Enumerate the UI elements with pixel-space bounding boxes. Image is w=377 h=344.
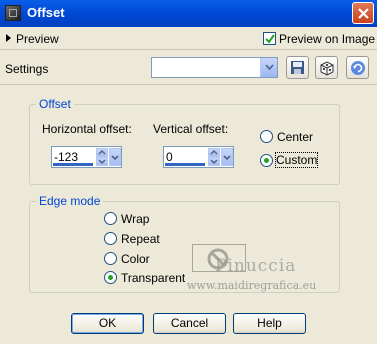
offset-group: Offset <box>29 97 340 185</box>
dropdown-arrow-button[interactable] <box>260 58 277 77</box>
chevron-down-icon <box>98 159 106 164</box>
close-icon <box>358 8 369 19</box>
ok-button[interactable]: OK <box>71 313 144 334</box>
preview-on-image-checkbox[interactable] <box>263 32 276 45</box>
settings-bar: Settings <box>0 51 377 85</box>
horizontal-offset-slider-bar[interactable] <box>53 163 93 166</box>
chevron-down-icon <box>265 64 274 70</box>
close-button[interactable] <box>352 2 374 24</box>
chevron-up-icon <box>98 150 106 155</box>
watermark-name: Pinuccia <box>215 256 297 276</box>
preview-on-image-label[interactable]: Preview on Image <box>279 32 375 46</box>
preview-bar: Preview Preview on Image <box>0 27 377 50</box>
cancel-button[interactable]: Cancel <box>153 313 226 334</box>
chevron-down-icon <box>111 155 119 161</box>
chevron-down-icon <box>223 155 231 161</box>
transparent-radio[interactable] <box>104 271 117 284</box>
chevron-up-icon <box>210 150 218 155</box>
vertical-offset-label: Vertical offset: <box>153 122 229 136</box>
preview-toggle-label[interactable]: Preview <box>16 32 59 46</box>
settings-preset-dropdown[interactable] <box>151 57 278 78</box>
horizontal-offset-stepper[interactable] <box>51 146 122 168</box>
vertical-offset-input[interactable] <box>166 150 206 164</box>
offset-group-title: Offset <box>36 97 74 111</box>
custom-radio-label[interactable]: Custom <box>274 152 319 168</box>
vertical-decrement-button[interactable] <box>208 157 220 166</box>
center-radio[interactable] <box>260 130 273 143</box>
vertical-offset-stepper[interactable] <box>163 146 234 168</box>
reset-icon <box>351 61 365 75</box>
wrap-radio[interactable] <box>104 212 117 225</box>
horizontal-offset-dropdown-button[interactable] <box>109 148 121 166</box>
save-icon <box>291 61 304 74</box>
center-radio-label[interactable]: Center <box>277 130 313 144</box>
color-radio-label[interactable]: Color <box>121 252 150 266</box>
repeat-radio-label[interactable]: Repeat <box>121 232 160 246</box>
horizontal-decrement-button[interactable] <box>96 157 108 166</box>
dice-icon <box>320 61 334 76</box>
repeat-radio[interactable] <box>104 232 117 245</box>
randomize-button[interactable] <box>315 56 338 79</box>
watermark-url: www.maidiregrafica.eu <box>187 279 317 292</box>
horizontal-offset-input[interactable] <box>54 150 94 164</box>
horizontal-increment-button[interactable] <box>96 148 108 157</box>
help-button[interactable]: Help <box>233 313 306 334</box>
title-bar: Offset <box>0 0 377 27</box>
edge-mode-group-title: Edge mode <box>36 194 104 208</box>
checkmark-icon <box>265 34 275 44</box>
expand-arrow-icon[interactable] <box>6 34 11 42</box>
vertical-offset-dropdown-button[interactable] <box>221 148 233 166</box>
reset-button[interactable] <box>346 56 369 79</box>
custom-radio[interactable] <box>260 154 273 167</box>
color-radio[interactable] <box>104 252 117 265</box>
wrap-radio-label[interactable]: Wrap <box>121 212 149 226</box>
chevron-down-icon <box>210 159 218 164</box>
transparent-radio-label[interactable]: Transparent <box>121 271 185 285</box>
vertical-offset-slider-bar[interactable] <box>165 163 205 166</box>
window-title: Offset <box>27 5 65 20</box>
settings-label: Settings <box>5 62 49 76</box>
vertical-increment-button[interactable] <box>208 148 220 157</box>
horizontal-offset-label: Horizontal offset: <box>42 122 132 136</box>
app-icon <box>5 5 21 21</box>
save-preset-button[interactable] <box>286 56 309 79</box>
